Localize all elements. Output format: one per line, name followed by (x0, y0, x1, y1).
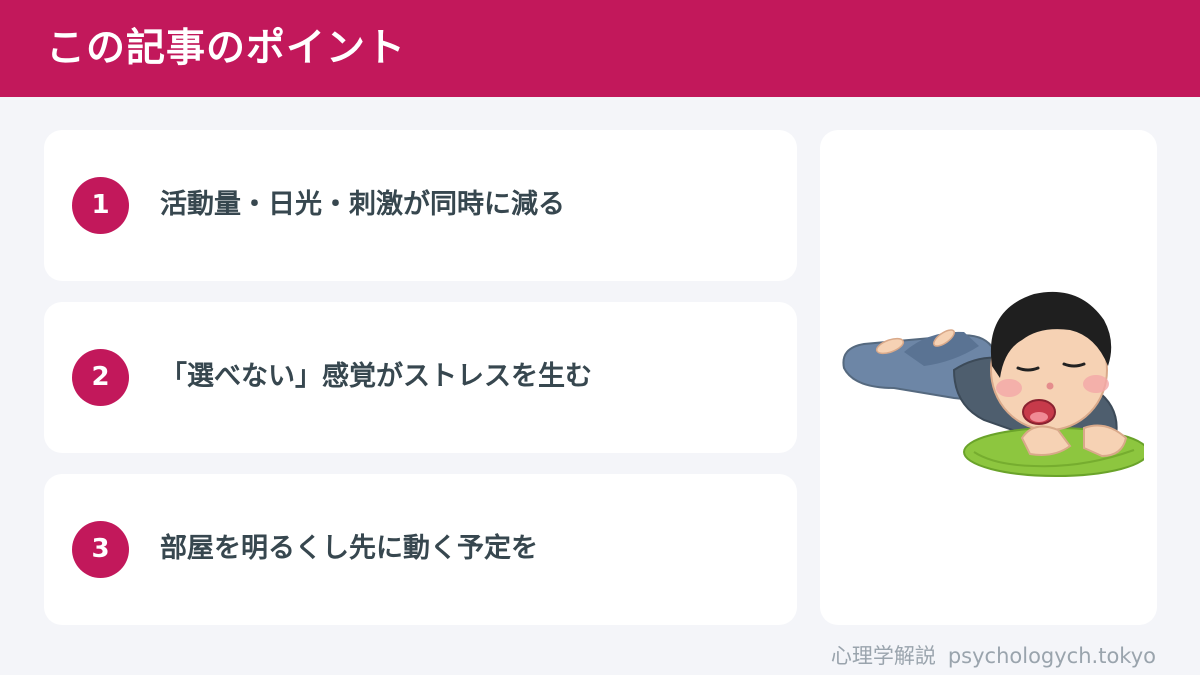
point-card-3: 3 部屋を明るくし先に動く予定を (44, 474, 797, 625)
head-shape (990, 291, 1112, 431)
header-bar: この記事のポイント (0, 0, 1200, 97)
page-title: この記事のポイント (46, 26, 407, 71)
point-text: 活動量・日光・刺激が同時に減る (160, 189, 565, 220)
point-text: 部屋を明るくし先に動く予定を (160, 533, 538, 564)
point-text: 「選べない」感覚がストレスを生む (160, 361, 592, 392)
point-number-badge: 3 (72, 521, 129, 578)
footer-site: psychologych.tokyo (947, 644, 1156, 668)
point-card-1: 1 活動量・日光・刺激が同時に減る (44, 130, 797, 281)
point-number-badge: 2 (72, 349, 129, 406)
point-card-2: 2 「選べない」感覚がストレスを生む (44, 302, 797, 453)
footer-label: 心理学解説 (830, 644, 936, 668)
lying-down-person-illustration (842, 291, 1144, 477)
illustration-card (820, 130, 1157, 625)
footer-credit: 心理学解説 psychologych.tokyo (831, 643, 1156, 669)
point-number-badge: 1 (72, 177, 129, 234)
